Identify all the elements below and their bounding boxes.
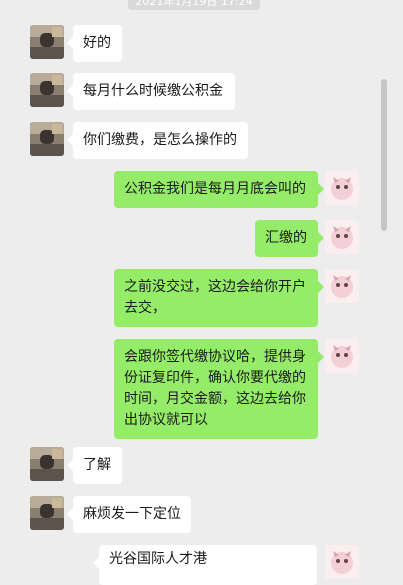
outgoing-message[interactable]: 之前没交过，这边会给你开户去交， xyxy=(114,269,324,327)
contact-avatar[interactable] xyxy=(30,25,64,59)
my-avatar[interactable] xyxy=(325,339,359,373)
incoming-message[interactable]: 麻烦发一下定位 xyxy=(67,496,191,533)
contact-avatar[interactable] xyxy=(30,447,64,481)
my-avatar[interactable] xyxy=(325,220,359,254)
outgoing-message[interactable]: 汇缴的 xyxy=(255,220,324,257)
contact-avatar[interactable] xyxy=(30,496,64,530)
outgoing-message[interactable]: 会跟你签代缴协议哈，提供身份证复印件，确认你要代缴的时间，月交金额，这边去给你出… xyxy=(114,339,324,439)
incoming-message[interactable]: 了解 xyxy=(67,447,122,484)
location-title: 光谷国际人才港 xyxy=(109,551,207,567)
incoming-message[interactable]: 每月什么时候缴公积金 xyxy=(67,73,235,110)
outgoing-message[interactable]: 公积金我们是每月月底会叫的 xyxy=(114,171,324,208)
incoming-message[interactable]: 好的 xyxy=(67,25,122,62)
contact-avatar[interactable] xyxy=(30,73,64,107)
my-avatar[interactable] xyxy=(325,171,359,205)
location-card[interactable]: 光谷国际人才港 xyxy=(93,545,317,585)
scrollbar-thumb[interactable] xyxy=(381,79,387,231)
incoming-message[interactable]: 你们缴费，是怎么操作的 xyxy=(67,122,248,159)
my-avatar[interactable] xyxy=(325,269,359,303)
chat-timestamp: 2021年1月19日 17:24 xyxy=(128,0,260,10)
contact-avatar[interactable] xyxy=(30,122,64,156)
my-avatar[interactable] xyxy=(325,545,359,579)
